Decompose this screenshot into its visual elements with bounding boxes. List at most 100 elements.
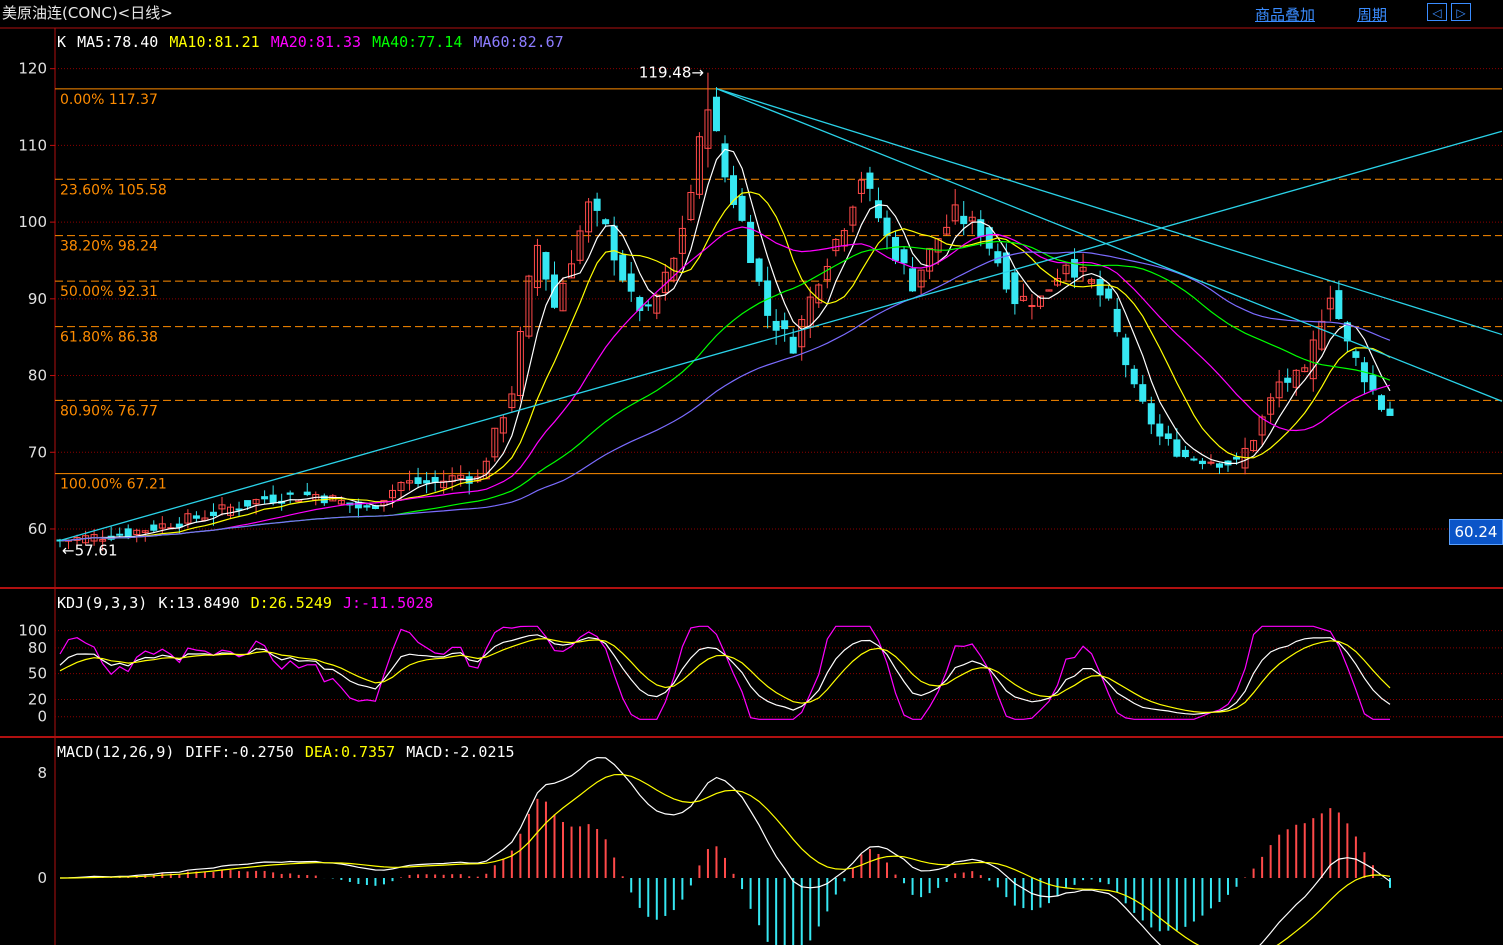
candle-down	[1147, 403, 1155, 425]
ma40-label: MA40:77.14	[372, 33, 463, 51]
fib-level-label: 38.20% 98.24	[60, 239, 158, 255]
candle-down	[1233, 456, 1241, 460]
candle-down	[1198, 460, 1206, 465]
macd-diff-value: DIFF:-0.2750	[185, 743, 294, 761]
candle-down	[1284, 377, 1292, 383]
instrument-title: 美原油连(CONC)<日线>	[2, 4, 173, 22]
candle-down	[960, 215, 968, 225]
candle-up	[1028, 305, 1036, 308]
candle-down	[1156, 423, 1164, 437]
trendline-falling-lower	[716, 88, 1503, 402]
candle-down	[644, 304, 652, 307]
candle-down	[1386, 408, 1394, 416]
macd-diff-line	[59, 756, 1391, 945]
price-tick-label: 110	[18, 136, 47, 154]
candle-down	[1181, 449, 1189, 458]
ma40-line	[59, 240, 1391, 542]
candle-down	[1122, 337, 1130, 366]
price-tick-label: 70	[28, 443, 47, 461]
candle-down	[1113, 308, 1121, 333]
kdj-name: KDJ(9,3,3)	[57, 594, 148, 612]
trendline-rising	[59, 130, 1503, 542]
ma20-line	[59, 226, 1391, 542]
candle-down	[874, 200, 882, 219]
candle-down	[627, 273, 635, 292]
candle-down	[985, 227, 993, 249]
candle-down	[303, 491, 311, 496]
candle-down	[363, 505, 371, 508]
candle-down	[261, 496, 269, 500]
candle-down	[192, 515, 200, 519]
price-tick-label: 80	[28, 367, 47, 385]
macd-tick-label: 8	[37, 764, 47, 782]
ma5-label: MA5:78.40	[77, 33, 159, 51]
candle-down	[1335, 290, 1343, 320]
candle-down	[1173, 439, 1181, 457]
candle-down	[1164, 433, 1172, 439]
current-price-tag: 60.24	[1449, 519, 1503, 545]
candle-down	[1130, 368, 1138, 385]
kdj-tick-label: 50	[28, 665, 47, 683]
candle-down	[1190, 458, 1198, 461]
candle-down	[883, 217, 891, 236]
kdj-d-value: D:26.5249	[250, 594, 332, 612]
candle-down	[781, 320, 789, 330]
fib-level-label: 100.00% 67.21	[60, 477, 167, 493]
kdj-d-line	[59, 638, 1391, 713]
candle-down	[414, 477, 422, 484]
candle-down	[1139, 384, 1147, 402]
fib-level-label: 50.00% 92.31	[60, 284, 158, 300]
price-legend: K MA5:78.40 MA10:81.21 MA20:81.33 MA40:7…	[57, 33, 566, 51]
candle-down	[1105, 288, 1113, 299]
candle-down	[431, 476, 439, 483]
candle-down	[909, 268, 917, 292]
kdj-tick-label: 80	[28, 639, 47, 657]
kdj-tick-label: 0	[37, 708, 47, 726]
fib-level-label: 23.60% 105.58	[60, 182, 167, 198]
kdj-legend: KDJ(9,3,3) K:13.8490 D:26.5249 J:-11.502…	[57, 594, 435, 612]
candle-down	[124, 528, 132, 538]
candle-down	[209, 511, 217, 517]
candle-down	[1215, 463, 1223, 468]
candle-down	[789, 336, 797, 354]
kdj-tick-label: 20	[28, 690, 47, 708]
kdj-tick-label: 100	[18, 622, 47, 640]
fib-level-label: 61.80% 86.38	[60, 330, 158, 346]
fib-level-label: 0.00% 117.37	[60, 92, 158, 108]
high-price-label: 119.48→	[639, 64, 704, 82]
fib-level-label: 80.90% 76.77	[60, 403, 158, 419]
kdj-j-line	[59, 625, 1390, 720]
low-price-label: ←57.61	[62, 541, 118, 559]
candle-down	[593, 198, 601, 211]
macd-hist-value: MACD:-2.0215	[406, 743, 515, 761]
ma60-label: MA60:82.67	[473, 33, 564, 51]
candle-down	[866, 172, 874, 189]
period-link[interactable]: 周期	[1357, 2, 1387, 28]
candle-down	[244, 500, 252, 507]
candle-down	[542, 252, 550, 280]
kdj-k-value: K:13.8490	[158, 594, 240, 612]
nav-right-button[interactable]: ▷	[1451, 3, 1471, 21]
candle-down	[602, 219, 610, 225]
ma20-label: MA20:81.33	[270, 33, 362, 51]
candle-down	[1011, 272, 1019, 305]
price-tick-label: 120	[18, 60, 47, 78]
candle-down	[1352, 351, 1360, 358]
kdj-k-line	[59, 634, 1391, 715]
candle-group	[56, 72, 1394, 551]
candle-down	[892, 237, 900, 261]
candle-down	[610, 225, 618, 261]
candle-down	[772, 320, 780, 331]
overlay-commodity-link[interactable]: 商品叠加	[1255, 2, 1315, 28]
candle-down	[150, 524, 158, 531]
candle-down	[116, 533, 124, 536]
candle-down	[269, 494, 277, 504]
nav-left-button[interactable]: ◁	[1427, 3, 1447, 21]
macd-dea-value: DEA:0.7357	[304, 743, 396, 761]
ma10-label: MA10:81.21	[169, 33, 260, 51]
chart-canvas[interactable]: 607080901001101200.00% 117.3723.60% 105.…	[0, 0, 1503, 945]
macd-tick-label: 0	[37, 869, 47, 887]
macd-legend: MACD(12,26,9) DIFF:-0.2750 DEA:0.7357 MA…	[57, 743, 517, 761]
k-label: K	[57, 33, 67, 51]
ma5-line	[59, 148, 1391, 542]
